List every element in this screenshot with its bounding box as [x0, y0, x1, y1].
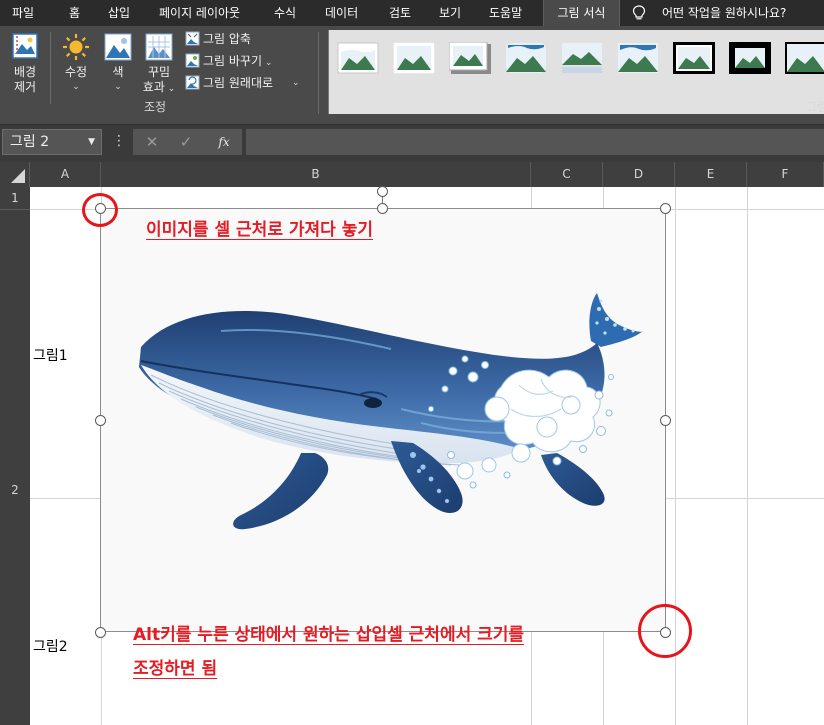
artistic-effects-button[interactable]: 꾸밈 효과 ⌄	[139, 32, 179, 97]
resize-handle-bottom-left[interactable]	[95, 627, 106, 638]
tell-me-text: 어떤 작업을 원하시나요?	[662, 6, 787, 20]
select-all-triangle-icon	[11, 169, 25, 183]
tab-page-layout[interactable]: 페이지 레이아웃	[159, 0, 240, 26]
formula-input[interactable]	[246, 129, 824, 155]
formula-bar: 그림 2 ▼ ⋮ ✕ ✓ fx	[0, 125, 824, 162]
lightbulb-icon	[632, 5, 646, 20]
picture-color-icon	[104, 33, 132, 61]
ribbon: 배경 제거 수정 ⌄ 색 ⌄ 꾸밈 효과 ⌄ 그림 압축 그림 바꾸기 ⌄ 그림…	[0, 26, 824, 125]
name-box[interactable]: 그림 2 ▼	[2, 129, 102, 155]
compress-pictures-button[interactable]: 그림 압축	[185, 30, 285, 48]
resize-handle-top[interactable]	[377, 203, 388, 214]
artistic-effects-label-2-text: 효과	[142, 80, 165, 94]
picture-style-white-border[interactable]	[393, 42, 435, 74]
whale-image	[139, 293, 643, 530]
artistic-effects-icon	[145, 33, 173, 61]
row-header-2-label: 2	[11, 483, 19, 497]
column-header-e[interactable]: E	[675, 162, 747, 187]
cancel-icon[interactable]: ✕	[137, 129, 167, 155]
ribbon-divider	[318, 32, 319, 114]
column-header-d[interactable]: D	[603, 162, 675, 187]
highlight-circle-bottom-right	[638, 604, 692, 658]
picture-style-double-frame-black[interactable]	[673, 42, 715, 74]
resize-handle-right[interactable]	[660, 415, 671, 426]
chevron-down-icon: ⌄	[114, 82, 122, 92]
ribbon-divider	[50, 32, 51, 104]
annotation-top: 이미지를 셀 근처로 가져다 놓기	[146, 220, 373, 240]
tab-home[interactable]: 홈	[69, 0, 80, 26]
resize-handle-top-right[interactable]	[660, 203, 671, 214]
change-picture-label: 그림 바꾸기 ⌄	[203, 54, 273, 68]
reset-picture-label: 그림 원래대로	[203, 76, 274, 90]
picture-style-thick-matte-black[interactable]	[729, 42, 771, 74]
annotation-bottom-line1: Alt키를 누른 상태에서 원하는 삽입셀 근처에서 크기를	[133, 625, 525, 645]
cell-a2-text[interactable]: 그림2	[33, 636, 68, 656]
more-options-icon[interactable]: ⋮	[112, 129, 126, 155]
reset-picture-dropdown[interactable]: ⌄	[292, 74, 304, 92]
tab-view[interactable]: 보기	[439, 0, 461, 26]
gridline	[747, 187, 748, 725]
remove-background-label-1: 배경	[13, 65, 37, 79]
row-header-1[interactable]: 1	[0, 187, 30, 210]
corrections-label: 수정	[64, 65, 88, 79]
rotation-handle[interactable]	[377, 186, 388, 197]
selected-picture[interactable]	[100, 208, 666, 632]
picture-styles-group-label: 그림	[806, 100, 824, 114]
picture-style-soft-edge[interactable]	[617, 42, 659, 74]
reset-picture-button[interactable]: 그림 원래대로	[185, 74, 305, 92]
change-picture-text: 그림 바꾸기	[203, 54, 263, 68]
reset-picture-icon	[185, 75, 200, 90]
resize-handle-left[interactable]	[95, 415, 106, 426]
row-header-1-ext[interactable]	[0, 210, 30, 498]
picture-style-rounded[interactable]	[505, 42, 547, 74]
column-header-c[interactable]: C	[531, 162, 603, 187]
adjust-group-label: 조정	[144, 100, 167, 114]
remove-background-label-2: 제거	[13, 80, 37, 94]
tab-help[interactable]: 도움말	[489, 0, 522, 26]
cell-a1-text[interactable]: 그림1	[33, 345, 68, 365]
sun-icon	[63, 34, 89, 60]
ribbon-tab-bar: 파일 홈 삽입 페이지 레이아웃 수식 데이터 검토 보기 도움말 그림 서식 …	[0, 0, 824, 26]
tab-insert[interactable]: 삽입	[108, 0, 130, 26]
remove-background-button[interactable]: 배경 제거	[4, 32, 46, 95]
insert-function-icon[interactable]: fx	[209, 129, 239, 155]
column-header-b[interactable]: B	[101, 162, 531, 187]
highlight-circle-top-left	[82, 193, 118, 227]
column-header-f[interactable]: F	[747, 162, 824, 187]
select-all-button[interactable]	[0, 162, 30, 187]
change-picture-button[interactable]: 그림 바꾸기 ⌄	[185, 52, 285, 70]
chevron-down-icon[interactable]: ▼	[88, 130, 95, 154]
row-header-2-ext[interactable]	[0, 500, 30, 725]
compress-pictures-icon	[185, 31, 200, 46]
picture-style-reflected[interactable]	[561, 42, 603, 74]
picture-style-simple-frame[interactable]	[337, 42, 379, 74]
tab-review[interactable]: 검토	[389, 0, 411, 26]
formula-buttons: ✕ ✓ fx	[133, 129, 242, 155]
tab-formulas[interactable]: 수식	[274, 0, 296, 26]
corrections-button[interactable]: 수정 ⌄	[56, 32, 96, 95]
name-box-value: 그림 2	[10, 134, 50, 150]
color-button[interactable]: 색 ⌄	[100, 32, 136, 95]
tab-data[interactable]: 데이터	[325, 0, 358, 26]
artistic-effects-label-1: 꾸밈	[147, 65, 171, 79]
change-picture-icon	[185, 53, 200, 68]
annotation-bottom-line2: 조정하면 됨	[133, 659, 218, 679]
column-header-a[interactable]: A	[30, 162, 101, 187]
color-label: 색	[112, 65, 124, 79]
compress-pictures-label: 그림 압축	[203, 32, 251, 46]
picture-styles-gallery	[328, 30, 824, 114]
remove-background-icon	[12, 33, 38, 59]
artistic-effects-label-2: 효과 ⌄	[142, 80, 176, 94]
tab-picture-format[interactable]: 그림 서식	[543, 0, 620, 26]
picture-style-shadow[interactable]	[449, 42, 491, 74]
chevron-down-icon: ⌄	[72, 82, 80, 92]
tab-file[interactable]: 파일	[12, 0, 34, 26]
picture-style-simple-black[interactable]	[785, 42, 824, 74]
row-header-1-label: 1	[11, 191, 19, 205]
enter-icon[interactable]: ✓	[171, 129, 201, 155]
row-header-2[interactable]: 2	[0, 480, 30, 500]
